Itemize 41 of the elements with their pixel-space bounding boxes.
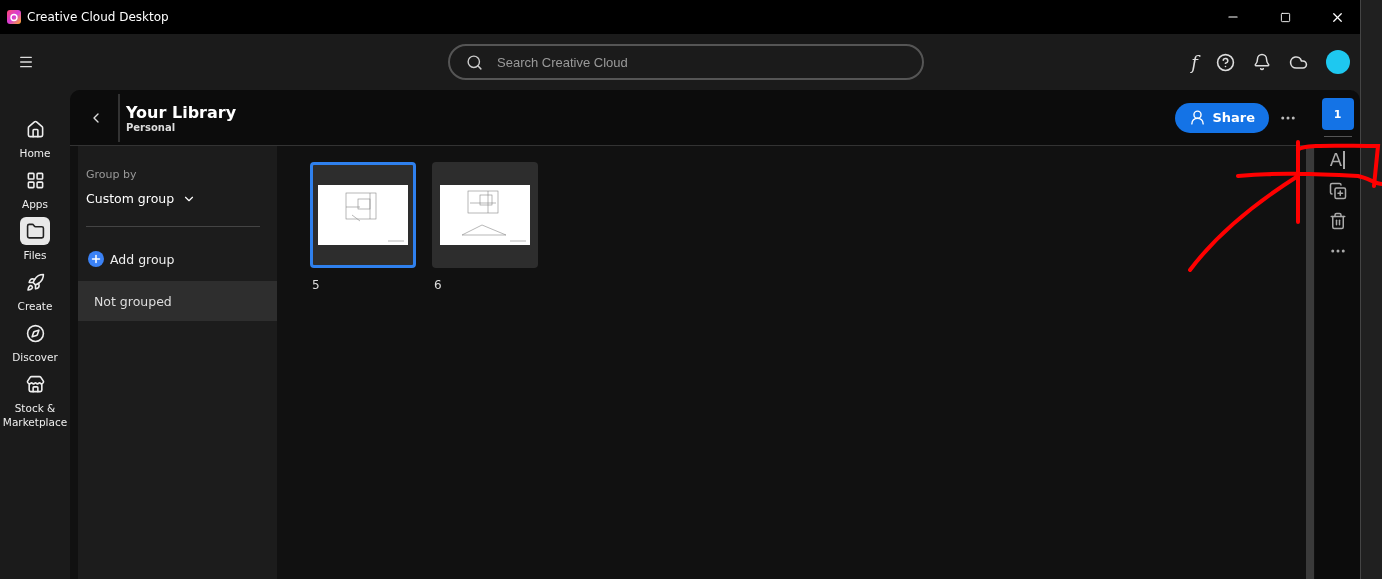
asset-name: 6 [433, 278, 443, 292]
duplicate-icon[interactable] [1328, 182, 1347, 200]
asset-name: 5 [311, 278, 321, 292]
avatar[interactable] [1326, 50, 1350, 74]
help-icon[interactable] [1216, 52, 1235, 72]
nav-icon [25, 221, 45, 241]
group-by-label: Group by [85, 168, 138, 181]
group-by-dropdown[interactable]: Custom group [78, 181, 277, 226]
nav-icon [25, 374, 45, 394]
rename-button[interactable]: A [1329, 149, 1346, 170]
asset-tile[interactable] [432, 162, 538, 268]
menu-icon[interactable] [18, 54, 34, 70]
asset-tile[interactable] [310, 162, 416, 268]
nav-item[interactable]: Create [0, 268, 70, 313]
bell-icon[interactable] [1253, 53, 1271, 71]
search-icon [466, 53, 483, 71]
selection-count: 1 [1321, 98, 1354, 130]
window-title: Creative Cloud Desktop [27, 10, 170, 24]
maximize-icon [1279, 11, 1291, 23]
nav-icon [25, 323, 45, 343]
nav-item[interactable]: Home [0, 115, 70, 160]
nav-item[interactable]: Files [0, 217, 70, 262]
app-logo-icon [7, 10, 21, 24]
nav-item[interactable]: Discover [0, 319, 70, 364]
trash-icon[interactable] [1328, 212, 1347, 230]
person-icon [1189, 109, 1207, 126]
scrollbar[interactable] [1306, 146, 1314, 579]
search-field[interactable]: Search Creative Cloud [448, 44, 924, 80]
group-item[interactable]: Not grouped [78, 281, 277, 321]
add-group-button[interactable]: Add group [78, 227, 277, 281]
text-cursor-icon [1343, 150, 1346, 169]
nav-icon [25, 170, 45, 190]
nav-icon [25, 272, 45, 292]
nav-item[interactable]: Apps [0, 166, 70, 211]
library-title: Your Library [126, 102, 237, 122]
library-subtitle: Personal [126, 121, 177, 133]
nav-icon [25, 119, 45, 139]
plus-icon [88, 251, 104, 267]
search-input[interactable]: Search Creative Cloud [495, 53, 906, 71]
nav-item[interactable]: Stock & Marketplace [0, 370, 70, 429]
share-button[interactable]: Share [1175, 102, 1269, 133]
